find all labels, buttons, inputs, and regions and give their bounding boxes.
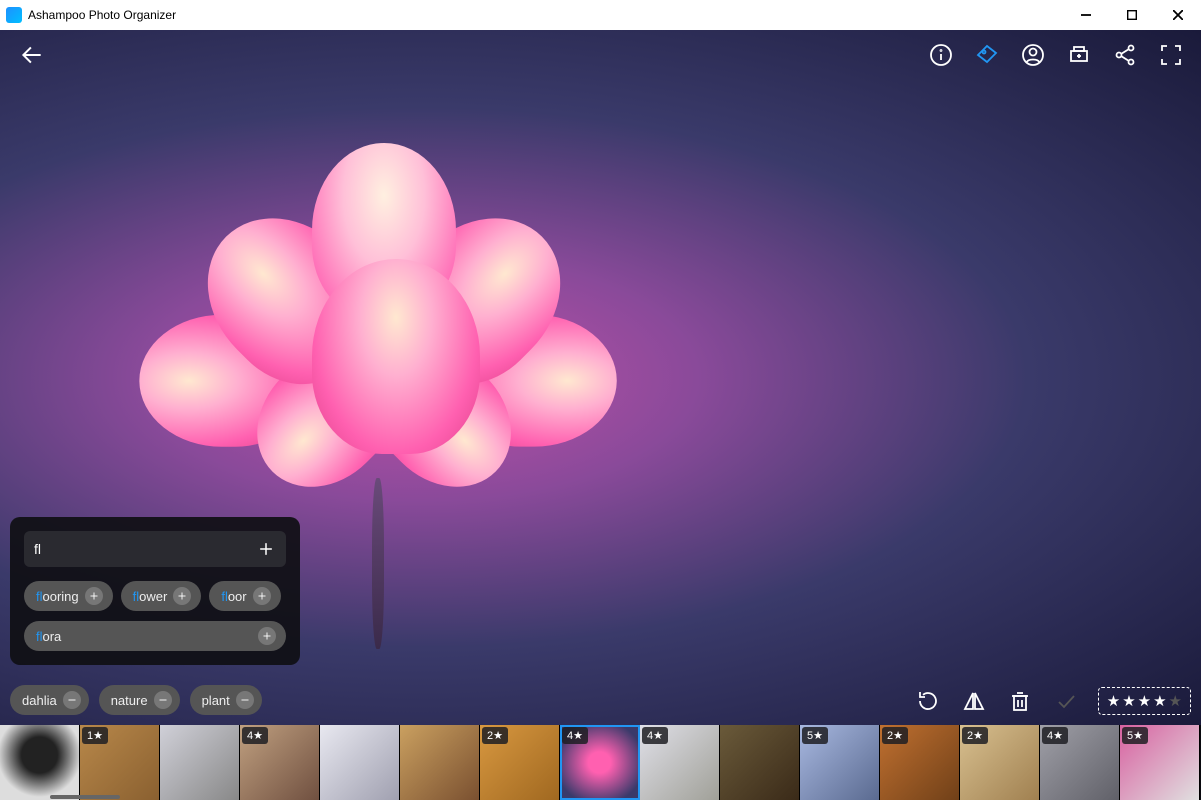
top-toolbar bbox=[0, 30, 1201, 80]
thumbnail-rating-badge: 4★ bbox=[642, 727, 668, 744]
minus-icon bbox=[236, 691, 254, 709]
star-icon[interactable]: ★ bbox=[1138, 692, 1151, 710]
thumbnail[interactable]: 2★ bbox=[880, 725, 960, 800]
thumbnail[interactable] bbox=[0, 725, 80, 800]
filmstrip-scrollbar[interactable] bbox=[50, 795, 120, 799]
tag-suggestion-label: flower bbox=[133, 589, 168, 604]
tag-suggestion[interactable]: floor bbox=[209, 581, 280, 611]
tag-input[interactable] bbox=[34, 541, 256, 557]
minus-icon bbox=[154, 691, 172, 709]
info-button[interactable] bbox=[927, 41, 955, 69]
thumbnail-rating-badge: 1★ bbox=[82, 727, 108, 744]
thumbnail-rating-badge: 4★ bbox=[562, 727, 588, 744]
applied-tag-label: nature bbox=[111, 693, 148, 708]
thumbnail-image bbox=[720, 725, 799, 800]
tag-panel: flooring flower floor flora bbox=[10, 517, 300, 665]
filmstrip[interactable]: 1★ 4★ 2★ 4★ 4★ 5★ 2★ 2★ 4★ 5★ bbox=[0, 725, 1201, 800]
plus-icon bbox=[258, 627, 276, 645]
thumbnail-image bbox=[0, 725, 79, 800]
tag-suggestion-label: flooring bbox=[36, 589, 79, 604]
applied-tag-label: dahlia bbox=[22, 693, 57, 708]
thumbnail[interactable]: 5★ bbox=[1120, 725, 1200, 800]
thumbnail[interactable]: 4★ bbox=[240, 725, 320, 800]
thumbnail-rating-badge: 2★ bbox=[962, 727, 988, 744]
thumbnail[interactable] bbox=[160, 725, 240, 800]
thumbnail-rating-badge: 4★ bbox=[1042, 727, 1068, 744]
tag-suggestion-label: floor bbox=[221, 589, 246, 604]
action-bar: ★★★★★ bbox=[914, 687, 1191, 715]
add-tag-button[interactable] bbox=[256, 539, 276, 559]
applied-tags: dahlia nature plant bbox=[10, 685, 262, 715]
tag-button[interactable] bbox=[973, 41, 1001, 69]
print-button[interactable] bbox=[1065, 41, 1093, 69]
applied-tag[interactable]: plant bbox=[190, 685, 262, 715]
thumbnail[interactable]: 1★ bbox=[80, 725, 160, 800]
rotate-button[interactable] bbox=[914, 687, 942, 715]
people-button[interactable] bbox=[1019, 41, 1047, 69]
window-maximize-button[interactable] bbox=[1109, 0, 1155, 30]
star-icon[interactable]: ★ bbox=[1122, 692, 1135, 710]
fullscreen-button[interactable] bbox=[1157, 41, 1185, 69]
tag-suggestion[interactable]: flora bbox=[24, 621, 286, 651]
applied-tag-label: plant bbox=[202, 693, 230, 708]
minus-icon bbox=[63, 691, 81, 709]
thumbnail-image bbox=[320, 725, 399, 800]
app-frame: flooring flower floor flora dahlia nature pl… bbox=[0, 30, 1201, 800]
thumbnail-rating-badge: 5★ bbox=[802, 727, 828, 744]
tag-suggestion[interactable]: flooring bbox=[24, 581, 113, 611]
rating-control[interactable]: ★★★★★ bbox=[1098, 687, 1191, 715]
thumbnail[interactable]: 5★ bbox=[800, 725, 880, 800]
thumbnail-rating-badge: 4★ bbox=[242, 727, 268, 744]
applied-tag[interactable]: nature bbox=[99, 685, 180, 715]
tag-suggestion[interactable]: flower bbox=[121, 581, 202, 611]
plus-icon bbox=[173, 587, 191, 605]
star-icon[interactable]: ★ bbox=[1153, 692, 1166, 710]
thumbnail[interactable]: 4★ bbox=[560, 725, 640, 800]
plus-icon bbox=[253, 587, 271, 605]
window-minimize-button[interactable] bbox=[1063, 0, 1109, 30]
window-close-button[interactable] bbox=[1155, 0, 1201, 30]
thumbnail[interactable] bbox=[720, 725, 800, 800]
window-titlebar: Ashampoo Photo Organizer bbox=[0, 0, 1201, 30]
star-icon[interactable]: ★ bbox=[1169, 692, 1182, 710]
thumbnail-image bbox=[160, 725, 239, 800]
thumbnail[interactable]: 2★ bbox=[480, 725, 560, 800]
tag-input-wrap bbox=[24, 531, 286, 567]
thumbnail[interactable]: 2★ bbox=[960, 725, 1040, 800]
thumbnail[interactable] bbox=[400, 725, 480, 800]
window-title: Ashampoo Photo Organizer bbox=[28, 8, 1063, 22]
applied-tag[interactable]: dahlia bbox=[10, 685, 89, 715]
thumbnail-image bbox=[400, 725, 479, 800]
thumbnail[interactable]: 4★ bbox=[640, 725, 720, 800]
thumbnail[interactable] bbox=[320, 725, 400, 800]
star-icon[interactable]: ★ bbox=[1107, 692, 1120, 710]
tag-suggestion-row: flora bbox=[24, 621, 286, 651]
confirm-button[interactable] bbox=[1052, 687, 1080, 715]
flip-button[interactable] bbox=[960, 687, 988, 715]
back-button[interactable] bbox=[16, 39, 48, 71]
delete-button[interactable] bbox=[1006, 687, 1034, 715]
tag-suggestion-label: flora bbox=[36, 629, 61, 644]
thumbnail-rating-badge: 2★ bbox=[482, 727, 508, 744]
share-button[interactable] bbox=[1111, 41, 1139, 69]
plus-icon bbox=[85, 587, 103, 605]
tag-suggestion-row: flooring flower floor bbox=[24, 581, 286, 611]
thumbnail-rating-badge: 5★ bbox=[1122, 727, 1148, 744]
app-logo-icon bbox=[6, 7, 22, 23]
thumbnail-rating-badge: 2★ bbox=[882, 727, 908, 744]
thumbnail[interactable]: 4★ bbox=[1040, 725, 1120, 800]
